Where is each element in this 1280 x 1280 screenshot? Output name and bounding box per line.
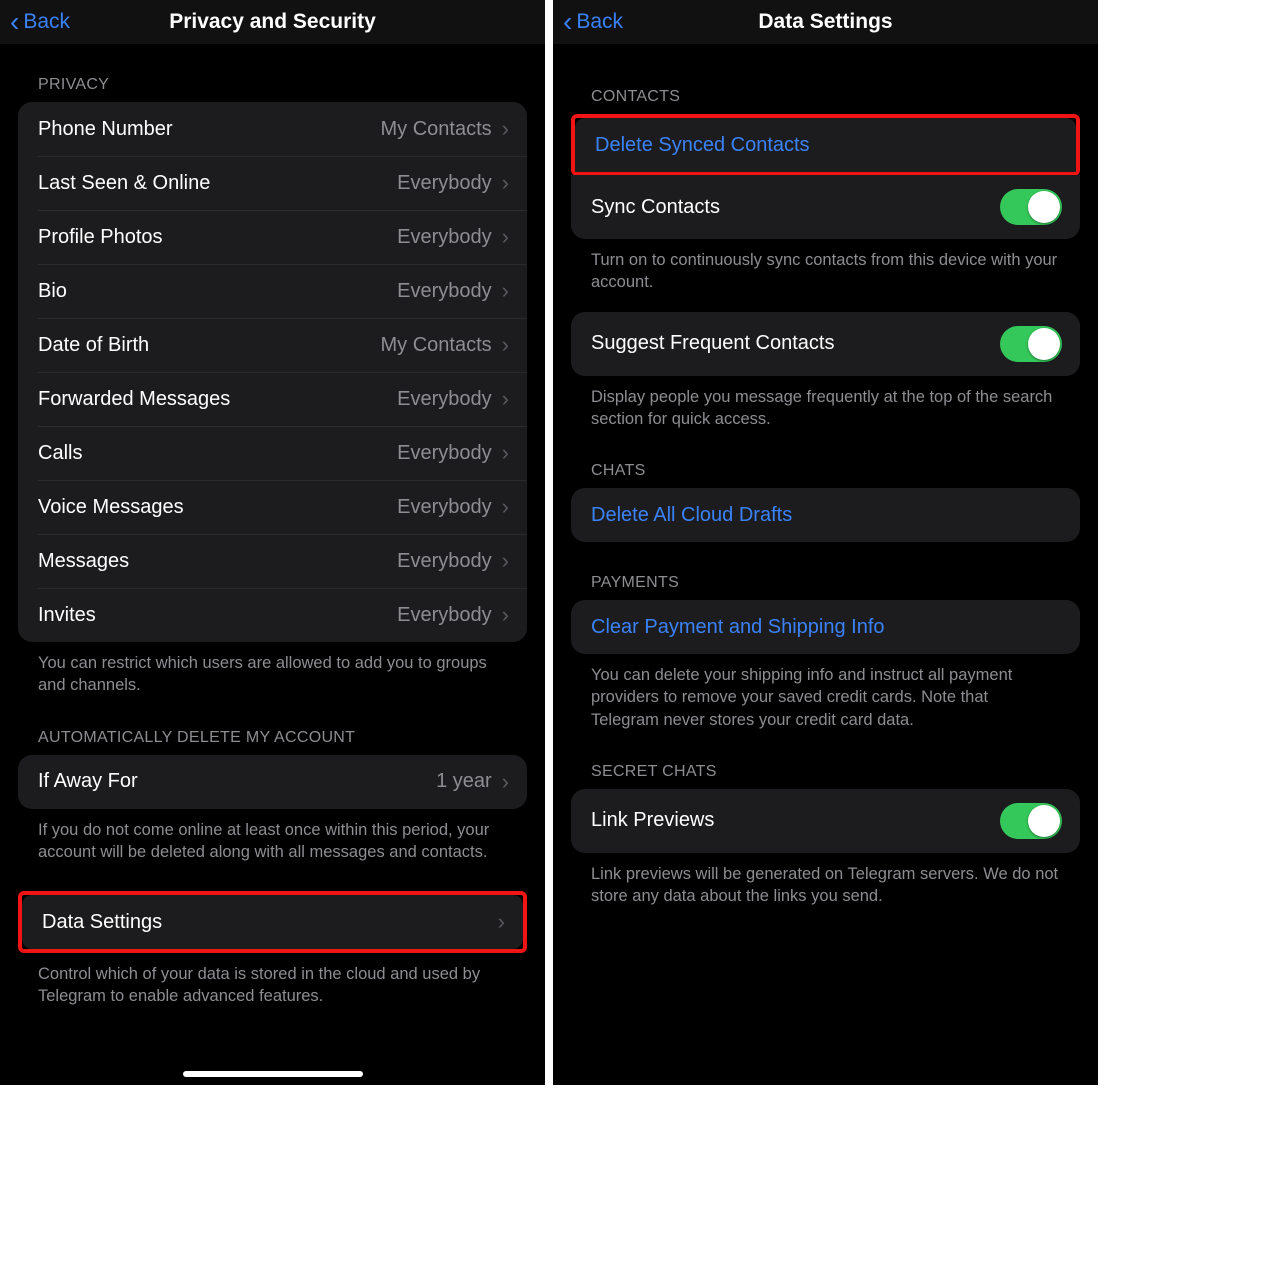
chevron-right-icon: › bbox=[498, 909, 505, 935]
navbar: ‹ Back Data Settings bbox=[553, 0, 1098, 44]
row-sync-contacts[interactable]: Sync Contacts bbox=[571, 175, 1080, 239]
suggest-toggle[interactable] bbox=[1000, 326, 1062, 362]
row-label: If Away For bbox=[38, 770, 436, 793]
row-value: Everybody bbox=[397, 442, 492, 465]
row-label: Bio bbox=[38, 280, 397, 303]
secret-group: Link Previews bbox=[571, 789, 1080, 853]
row-value: Everybody bbox=[397, 226, 492, 249]
suggest-group: Suggest Frequent Contacts bbox=[571, 312, 1080, 376]
section-header-autodelete: AUTOMATICALLY DELETE MY ACCOUNT bbox=[0, 697, 545, 755]
row-label: Clear Payment and Shipping Info bbox=[591, 616, 1062, 639]
row-suggest-frequent[interactable]: Suggest Frequent Contacts bbox=[571, 312, 1080, 376]
row-value: Everybody bbox=[397, 172, 492, 195]
chats-group: Delete All Cloud Drafts bbox=[571, 488, 1080, 542]
row-label: Date of Birth bbox=[38, 334, 381, 357]
row-label: Data Settings bbox=[42, 911, 488, 934]
chevron-right-icon: › bbox=[502, 170, 509, 196]
highlight-delete-synced: Delete Synced Contacts bbox=[571, 114, 1080, 176]
row-label: Last Seen & Online bbox=[38, 172, 397, 195]
chevron-left-icon: ‹ bbox=[10, 8, 19, 36]
link-previews-footer: Link previews will be generated on Teleg… bbox=[553, 853, 1098, 908]
privacy-security-screen: ‹ Back Privacy and Security PRIVACY Phon… bbox=[0, 0, 545, 1085]
chevron-left-icon: ‹ bbox=[563, 8, 572, 36]
autodelete-group: If Away For 1 year › bbox=[18, 755, 527, 809]
back-button[interactable]: ‹ Back bbox=[563, 8, 623, 36]
section-header-secret-chats: SECRET CHATS bbox=[553, 731, 1098, 789]
row-label: Invites bbox=[38, 604, 397, 627]
row-label: Sync Contacts bbox=[591, 196, 1000, 219]
link-previews-toggle[interactable] bbox=[1000, 803, 1062, 839]
data-settings-screen: ‹ Back Data Settings CONTACTS Delete Syn… bbox=[553, 0, 1098, 1085]
row-voice-msgs[interactable]: Voice Messages Everybody › bbox=[18, 480, 527, 534]
chevron-right-icon: › bbox=[502, 494, 509, 520]
chevron-right-icon: › bbox=[502, 769, 509, 795]
section-header-chats: CHATS bbox=[553, 430, 1098, 488]
sync-contacts-footer: Turn on to continuously sync contacts fr… bbox=[553, 239, 1098, 294]
row-label: Voice Messages bbox=[38, 496, 397, 519]
contacts-group-rest: Sync Contacts bbox=[571, 175, 1080, 239]
row-value: Everybody bbox=[397, 388, 492, 411]
page-title: Privacy and Security bbox=[0, 10, 545, 34]
privacy-footer: You can restrict which users are allowed… bbox=[0, 642, 545, 697]
row-label: Phone Number bbox=[38, 118, 381, 141]
row-label: Delete Synced Contacts bbox=[595, 134, 1058, 157]
row-messages[interactable]: Messages Everybody › bbox=[18, 534, 527, 588]
sync-contacts-toggle[interactable] bbox=[1000, 189, 1062, 225]
row-delete-cloud-drafts[interactable]: Delete All Cloud Drafts bbox=[571, 488, 1080, 542]
chevron-right-icon: › bbox=[502, 332, 509, 358]
section-header-payments: PAYMENTS bbox=[553, 542, 1098, 600]
row-label: Calls bbox=[38, 442, 397, 465]
row-value: Everybody bbox=[397, 604, 492, 627]
row-value: My Contacts bbox=[381, 118, 492, 141]
row-label: Delete All Cloud Drafts bbox=[591, 504, 1062, 527]
back-label: Back bbox=[23, 10, 70, 34]
chevron-right-icon: › bbox=[502, 278, 509, 304]
row-value: My Contacts bbox=[381, 334, 492, 357]
suggest-footer: Display people you message frequently at… bbox=[553, 376, 1098, 431]
chevron-right-icon: › bbox=[502, 224, 509, 250]
chevron-right-icon: › bbox=[502, 548, 509, 574]
row-bio[interactable]: Bio Everybody › bbox=[18, 264, 527, 318]
row-label: Messages bbox=[38, 550, 397, 573]
chevron-right-icon: › bbox=[502, 602, 509, 628]
section-header-privacy: PRIVACY bbox=[0, 44, 545, 102]
row-dob[interactable]: Date of Birth My Contacts › bbox=[18, 318, 527, 372]
navbar: ‹ Back Privacy and Security bbox=[0, 0, 545, 44]
payments-footer: You can delete your shipping info and in… bbox=[553, 654, 1098, 731]
row-forwarded[interactable]: Forwarded Messages Everybody › bbox=[18, 372, 527, 426]
chevron-right-icon: › bbox=[502, 116, 509, 142]
row-if-away-for[interactable]: If Away For 1 year › bbox=[18, 755, 527, 809]
row-calls[interactable]: Calls Everybody › bbox=[18, 426, 527, 480]
section-header-contacts: CONTACTS bbox=[553, 44, 1098, 114]
payments-group: Clear Payment and Shipping Info bbox=[571, 600, 1080, 654]
page-title: Data Settings bbox=[553, 10, 1098, 34]
row-invites[interactable]: Invites Everybody › bbox=[18, 588, 527, 642]
back-label: Back bbox=[576, 10, 623, 34]
chevron-right-icon: › bbox=[502, 440, 509, 466]
row-label: Link Previews bbox=[591, 809, 1000, 832]
row-link-previews[interactable]: Link Previews bbox=[571, 789, 1080, 853]
data-settings-footer: Control which of your data is stored in … bbox=[0, 953, 545, 1008]
row-clear-payment-info[interactable]: Clear Payment and Shipping Info bbox=[571, 600, 1080, 654]
back-button[interactable]: ‹ Back bbox=[10, 8, 70, 36]
row-value: 1 year bbox=[436, 770, 492, 793]
row-profile-photos[interactable]: Profile Photos Everybody › bbox=[18, 210, 527, 264]
row-value: Everybody bbox=[397, 280, 492, 303]
row-label: Suggest Frequent Contacts bbox=[591, 332, 1000, 355]
home-indicator[interactable] bbox=[183, 1071, 363, 1077]
chevron-right-icon: › bbox=[502, 386, 509, 412]
highlight-data-settings: Data Settings › bbox=[18, 891, 527, 953]
row-last-seen[interactable]: Last Seen & Online Everybody › bbox=[18, 156, 527, 210]
row-data-settings[interactable]: Data Settings › bbox=[22, 895, 523, 949]
privacy-group: Phone Number My Contacts › Last Seen & O… bbox=[18, 102, 527, 642]
row-label: Profile Photos bbox=[38, 226, 397, 249]
row-value: Everybody bbox=[397, 496, 492, 519]
row-delete-synced-contacts[interactable]: Delete Synced Contacts bbox=[575, 118, 1076, 172]
autodelete-footer: If you do not come online at least once … bbox=[0, 809, 545, 864]
row-phone-number[interactable]: Phone Number My Contacts › bbox=[18, 102, 527, 156]
row-label: Forwarded Messages bbox=[38, 388, 397, 411]
row-value: Everybody bbox=[397, 550, 492, 573]
